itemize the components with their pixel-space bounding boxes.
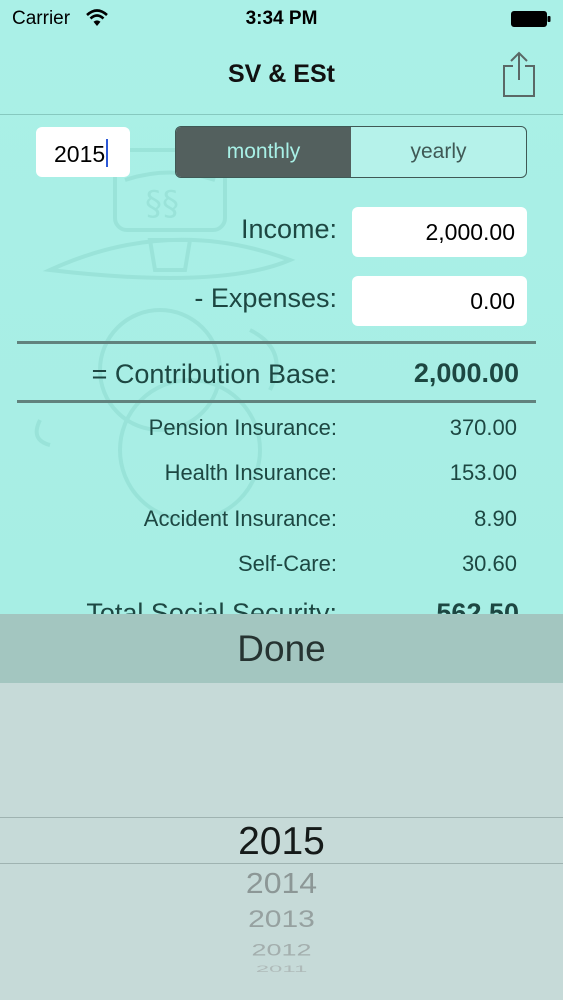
done-button-label: Done — [237, 628, 326, 669]
done-button[interactable]: Done — [0, 614, 563, 683]
health-insurance-value: 153.00 — [449, 460, 517, 485]
pension-insurance-value: 370.00 — [449, 415, 517, 440]
year-picker[interactable]: 2015 2014 2013 2012 2011 — [0, 683, 563, 1000]
navigation-bar: SV & ESt — [0, 38, 563, 115]
health-insurance-label: Health Insurance: — [164, 460, 337, 485]
divider-top — [17, 341, 536, 344]
income-field[interactable]: 2,000.00 — [352, 207, 527, 257]
accident-insurance-value: 8.90 — [474, 506, 517, 531]
picker-item[interactable]: 2013 — [0, 906, 563, 933]
app-screen: Carrier 3:34 PM SV & ESt §§ 2015 monthly… — [0, 0, 563, 1000]
status-bar: Carrier 3:34 PM — [0, 0, 563, 38]
share-icon[interactable] — [501, 50, 537, 98]
period-segmented-control: monthly yearly — [175, 126, 527, 178]
accident-insurance-label: Accident Insurance: — [143, 506, 337, 531]
picker-item[interactable]: 2011 — [0, 963, 563, 974]
income-label: Income: — [240, 214, 337, 244]
segment-monthly[interactable]: monthly — [176, 127, 351, 177]
expenses-field[interactable]: 0.00 — [352, 276, 527, 326]
picker-item[interactable]: 2014 — [0, 867, 563, 900]
status-time: 3:34 PM — [245, 8, 318, 29]
contribution-base-value: 2,000.00 — [413, 358, 519, 388]
battery-icon — [511, 11, 551, 27]
page-title: SV & ESt — [228, 60, 335, 88]
svg-text:§§: §§ — [145, 184, 179, 224]
pension-insurance-label: Pension Insurance: — [148, 415, 337, 440]
picker-selection-line-top — [0, 817, 563, 818]
expenses-label: - Expenses: — [194, 283, 337, 313]
divider-bottom — [17, 400, 536, 403]
year-input-value: 2015 — [54, 141, 106, 167]
picker-item-selected[interactable]: 2015 — [0, 820, 563, 864]
text-cursor — [106, 139, 109, 167]
segment-yearly[interactable]: yearly — [351, 127, 526, 177]
self-care-label: Self-Care: — [237, 551, 337, 576]
year-input[interactable]: 2015 — [36, 127, 130, 177]
self-care-value: 30.60 — [461, 551, 517, 576]
contribution-base-label: = Contribution Base: — [91, 359, 337, 389]
picker-item[interactable]: 2012 — [0, 941, 563, 960]
